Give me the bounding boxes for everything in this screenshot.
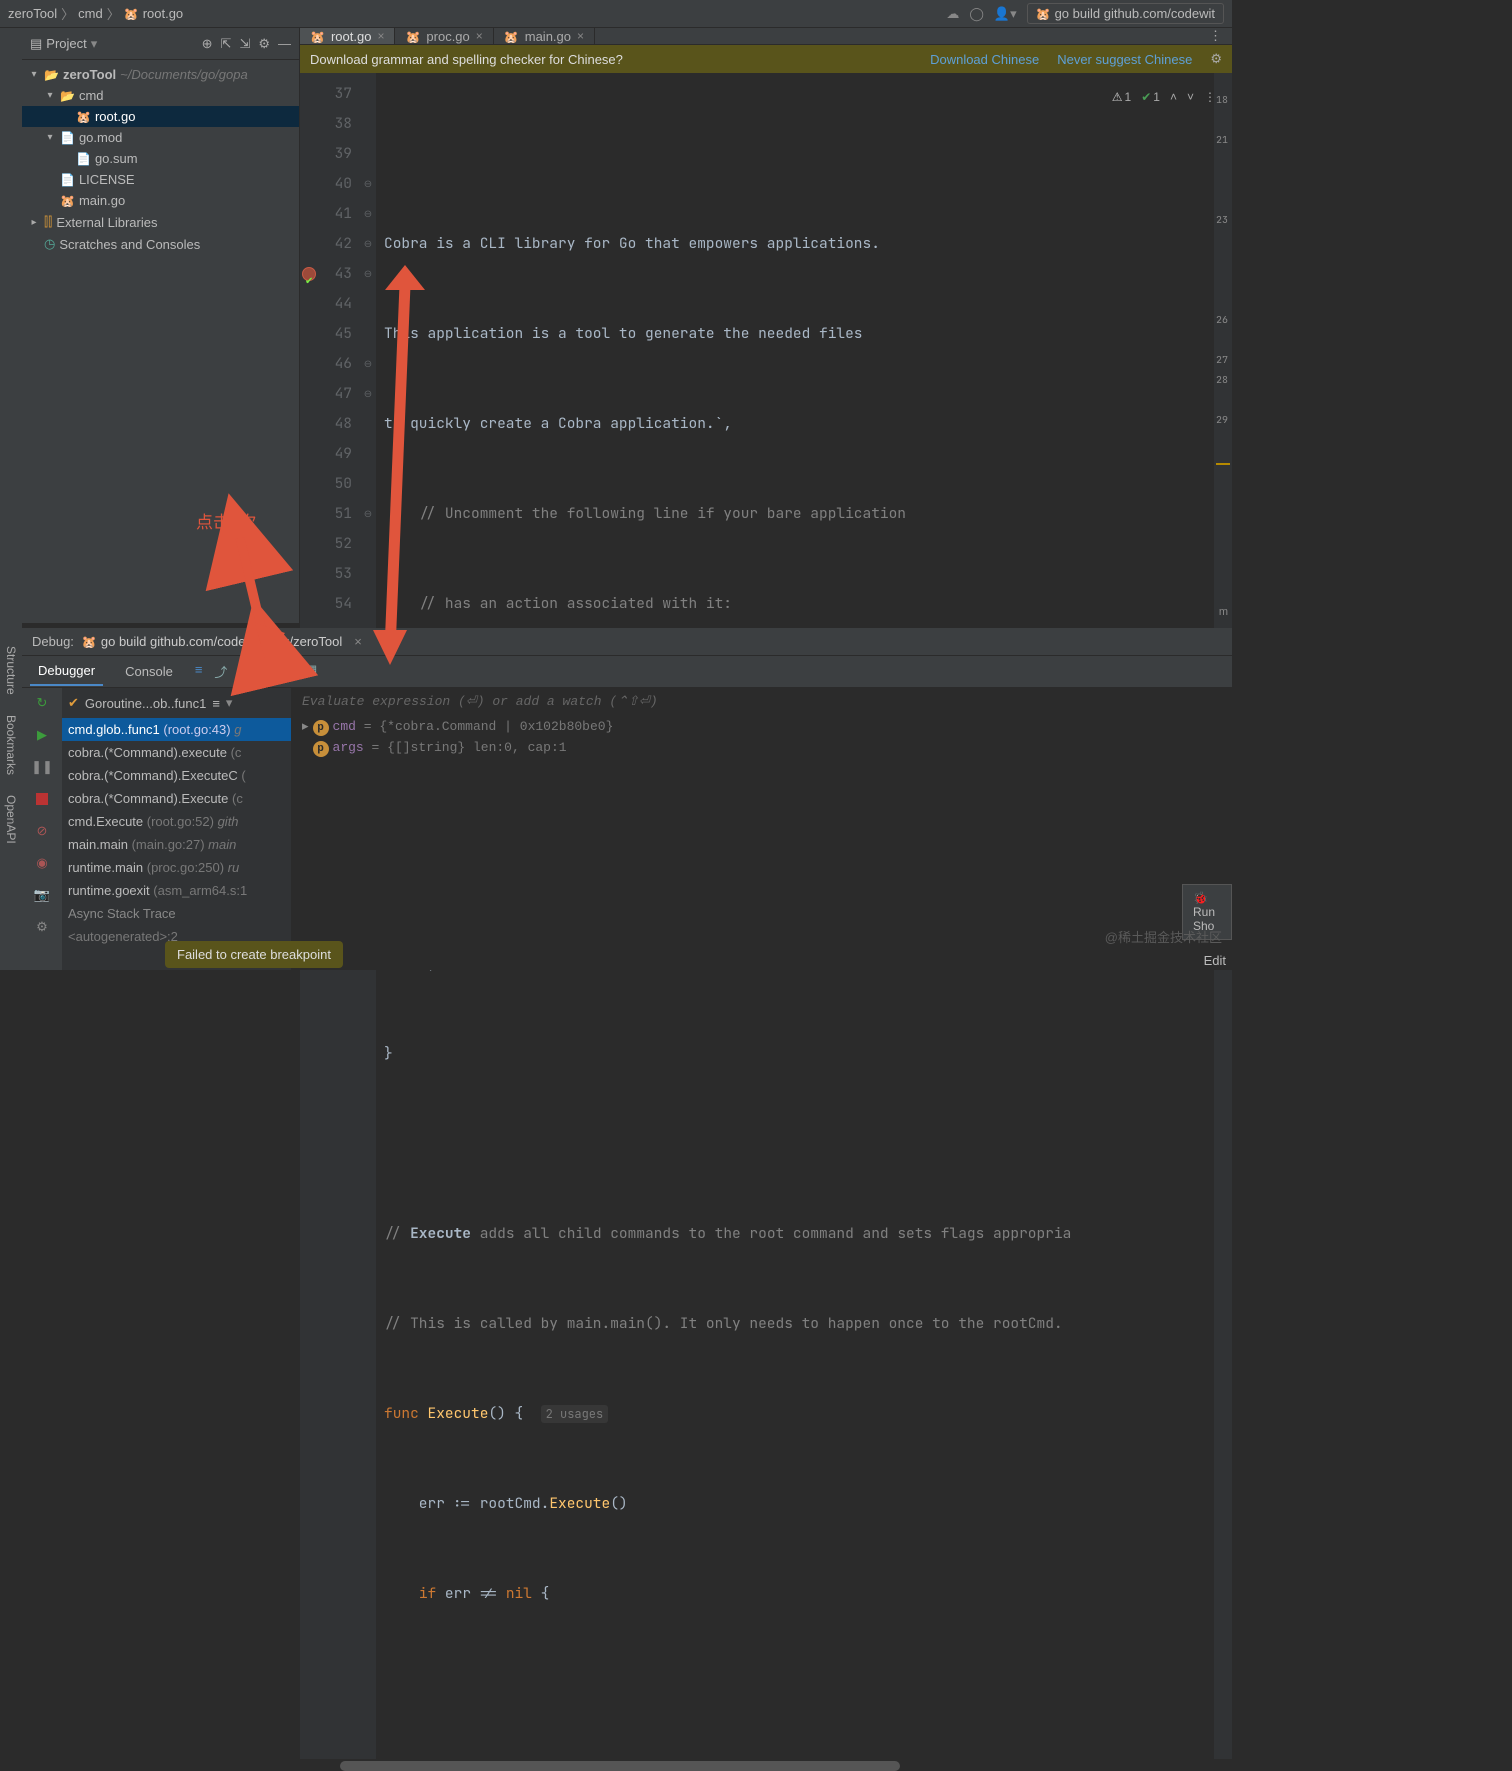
frame-row[interactable]: cmd.Execute (root.go:52) gith bbox=[62, 810, 291, 833]
tree-gomod[interactable]: ▾ go.mod bbox=[22, 127, 299, 148]
tree-cmd[interactable]: ▾ cmd bbox=[22, 85, 299, 106]
gear-icon[interactable]: ⚙ bbox=[1210, 51, 1222, 67]
tab-proc-go[interactable]: proc.go× bbox=[395, 28, 493, 44]
tree-root[interactable]: ▾ zeroTool ~/Documents/go/gopa bbox=[22, 64, 299, 85]
structure-tool-tab[interactable]: Structure bbox=[4, 646, 18, 695]
variable-row[interactable]: ▸pargs = {[]string} len:0, cap:1 bbox=[302, 738, 1222, 759]
project-title: Project bbox=[46, 36, 86, 51]
folder-icon bbox=[44, 67, 59, 82]
cloud-icon[interactable]: ☁ bbox=[946, 6, 959, 22]
go-icon bbox=[504, 29, 519, 44]
close-icon[interactable]: × bbox=[577, 29, 584, 43]
resume-button[interactable]: ▶ bbox=[33, 726, 51, 744]
check-icon: ✔ bbox=[68, 695, 79, 711]
debug-panel: Debug: go build github.com/codewithyou/z… bbox=[22, 628, 1232, 970]
banner-message: Download grammar and spelling checker fo… bbox=[310, 52, 623, 67]
go-icon bbox=[124, 6, 139, 21]
status-m: m bbox=[1219, 606, 1228, 618]
variables-panel: Evaluate expression (⏎) or add a watch (… bbox=[292, 688, 1232, 970]
frames-panel: ✔ Goroutine...ob..func1 ≡ ▾ cmd.glob..fu… bbox=[62, 688, 292, 970]
grammar-banner: Download grammar and spelling checker fo… bbox=[300, 45, 1232, 73]
frame-row[interactable]: cobra.(*Command).execute (c bbox=[62, 741, 291, 764]
close-icon[interactable]: × bbox=[476, 29, 483, 43]
tree-scratches[interactable]: ◷ Scratches and Consoles bbox=[22, 233, 299, 255]
project-panel: ▤ Project ▾ ⊕ ⇱ ⇲ ⚙ — ▾ zeroTool ~/Docum… bbox=[22, 28, 300, 623]
run-config-label: go build github.com/codewit bbox=[1055, 6, 1215, 21]
frame-row[interactable]: cobra.(*Command).ExecuteC ( bbox=[62, 764, 291, 787]
openapi-tool-tab[interactable]: OpenAPI bbox=[4, 795, 18, 844]
breadcrumb-root[interactable]: zeroTool bbox=[8, 6, 57, 21]
tree-gosum[interactable]: go.sum bbox=[22, 148, 299, 169]
filter-icon[interactable]: ≡ bbox=[212, 696, 220, 711]
variable-row[interactable]: ▸pcmd = {*cobra.Command | 0x102b80be0} bbox=[302, 717, 1222, 738]
tree-main-go[interactable]: main.go bbox=[22, 190, 299, 211]
file-icon bbox=[60, 172, 75, 187]
sync-icon[interactable]: ◯ bbox=[969, 6, 984, 22]
never-suggest-link[interactable]: Never suggest Chinese bbox=[1057, 52, 1192, 67]
frame-row[interactable]: runtime.main (proc.go:250) ru bbox=[62, 856, 291, 879]
stop-button[interactable] bbox=[33, 790, 51, 808]
pause-button[interactable]: ❚❚ bbox=[33, 758, 51, 776]
libraries-icon: ⫿⫿ bbox=[44, 214, 52, 230]
go-icon bbox=[60, 193, 75, 208]
step-into-icon[interactable]: ↓ bbox=[239, 662, 246, 681]
run-configuration-selector[interactable]: go build github.com/codewit bbox=[1027, 3, 1224, 24]
evaluate-icon[interactable]: ▦ bbox=[305, 662, 317, 681]
console-tab[interactable]: Console bbox=[117, 658, 181, 685]
go-icon bbox=[82, 634, 97, 649]
scratches-icon: ◷ bbox=[44, 236, 55, 252]
async-trace-label: Async Stack Trace bbox=[62, 902, 291, 925]
watermark: @稀土掘金技术社区 bbox=[1105, 927, 1222, 946]
threads-icon[interactable]: ≡ bbox=[195, 662, 203, 681]
settings-icon[interactable]: ⚙ bbox=[258, 36, 270, 52]
file-icon bbox=[76, 151, 91, 166]
frame-row[interactable]: runtime.goexit (asm_arm64.s:1 bbox=[62, 879, 291, 902]
mute-breakpoints-button[interactable]: ⊘ bbox=[33, 822, 51, 840]
breakpoint-error-balloon: Failed to create breakpoint bbox=[165, 941, 343, 968]
close-icon[interactable]: × bbox=[354, 634, 362, 649]
view-breakpoints-button[interactable]: ◉ bbox=[33, 854, 51, 872]
locate-icon[interactable]: ⊕ bbox=[202, 36, 213, 52]
tabs-menu-icon[interactable]: ⋮ bbox=[1199, 28, 1232, 44]
tree-root-go[interactable]: root.go bbox=[22, 106, 299, 127]
project-icon: ▤ bbox=[30, 36, 42, 52]
frame-row[interactable]: main.main (main.go:27) main bbox=[62, 833, 291, 856]
debugger-tab[interactable]: Debugger bbox=[30, 657, 103, 686]
step-over-icon[interactable]: ⤴ bbox=[214, 662, 227, 681]
close-icon[interactable]: × bbox=[377, 29, 384, 43]
frame-row[interactable]: cobra.(*Command).Execute (c bbox=[62, 787, 291, 810]
debug-config[interactable]: go build github.com/codewithyou/zeroTool bbox=[82, 634, 342, 649]
breadcrumb-file[interactable]: root.go bbox=[143, 6, 183, 21]
file-icon bbox=[60, 130, 75, 145]
debug-label: Debug: bbox=[32, 634, 74, 649]
evaluate-prompt[interactable]: Evaluate expression (⏎) or add a watch (… bbox=[302, 694, 1222, 709]
tree-license[interactable]: LICENSE bbox=[22, 169, 299, 190]
go-icon bbox=[405, 29, 420, 44]
breakpoint-icon[interactable] bbox=[302, 267, 316, 281]
breadcrumb-cmd[interactable]: cmd bbox=[78, 6, 103, 21]
expand-icon[interactable]: ⇱ bbox=[221, 36, 232, 52]
step-out-icon[interactable]: ↑ bbox=[258, 662, 265, 681]
breadcrumb[interactable]: zeroTool 〉 cmd 〉 root.go bbox=[8, 4, 183, 23]
user-icon[interactable]: 👤▾ bbox=[994, 6, 1017, 22]
editor-tabs: root.go× proc.go× main.go× ⋮ bbox=[300, 28, 1232, 45]
hide-icon[interactable]: — bbox=[278, 36, 291, 52]
frame-row[interactable]: cmd.glob..func1 (root.go:43) g bbox=[62, 718, 291, 741]
status-edit[interactable]: Edit bbox=[1204, 953, 1226, 968]
goroutine-selector[interactable]: Goroutine...ob..func1 bbox=[85, 696, 206, 711]
tab-main-go[interactable]: main.go× bbox=[494, 28, 595, 44]
bookmarks-tool-tab[interactable]: Bookmarks bbox=[4, 715, 18, 775]
tab-root-go[interactable]: root.go× bbox=[300, 28, 395, 44]
go-icon bbox=[76, 109, 91, 124]
go-icon bbox=[1036, 6, 1051, 21]
rerun-button[interactable]: ↻ bbox=[33, 694, 51, 712]
run-to-cursor-icon[interactable]: →I bbox=[276, 662, 293, 681]
go-icon bbox=[310, 29, 325, 44]
camera-icon[interactable]: 📷 bbox=[33, 886, 51, 904]
collapse-icon[interactable]: ⇲ bbox=[239, 36, 250, 52]
folder-icon bbox=[60, 88, 75, 103]
download-chinese-link[interactable]: Download Chinese bbox=[930, 52, 1039, 67]
tree-external[interactable]: ▸⫿⫿ External Libraries bbox=[22, 211, 299, 233]
settings-icon[interactable]: ⚙ bbox=[33, 918, 51, 936]
